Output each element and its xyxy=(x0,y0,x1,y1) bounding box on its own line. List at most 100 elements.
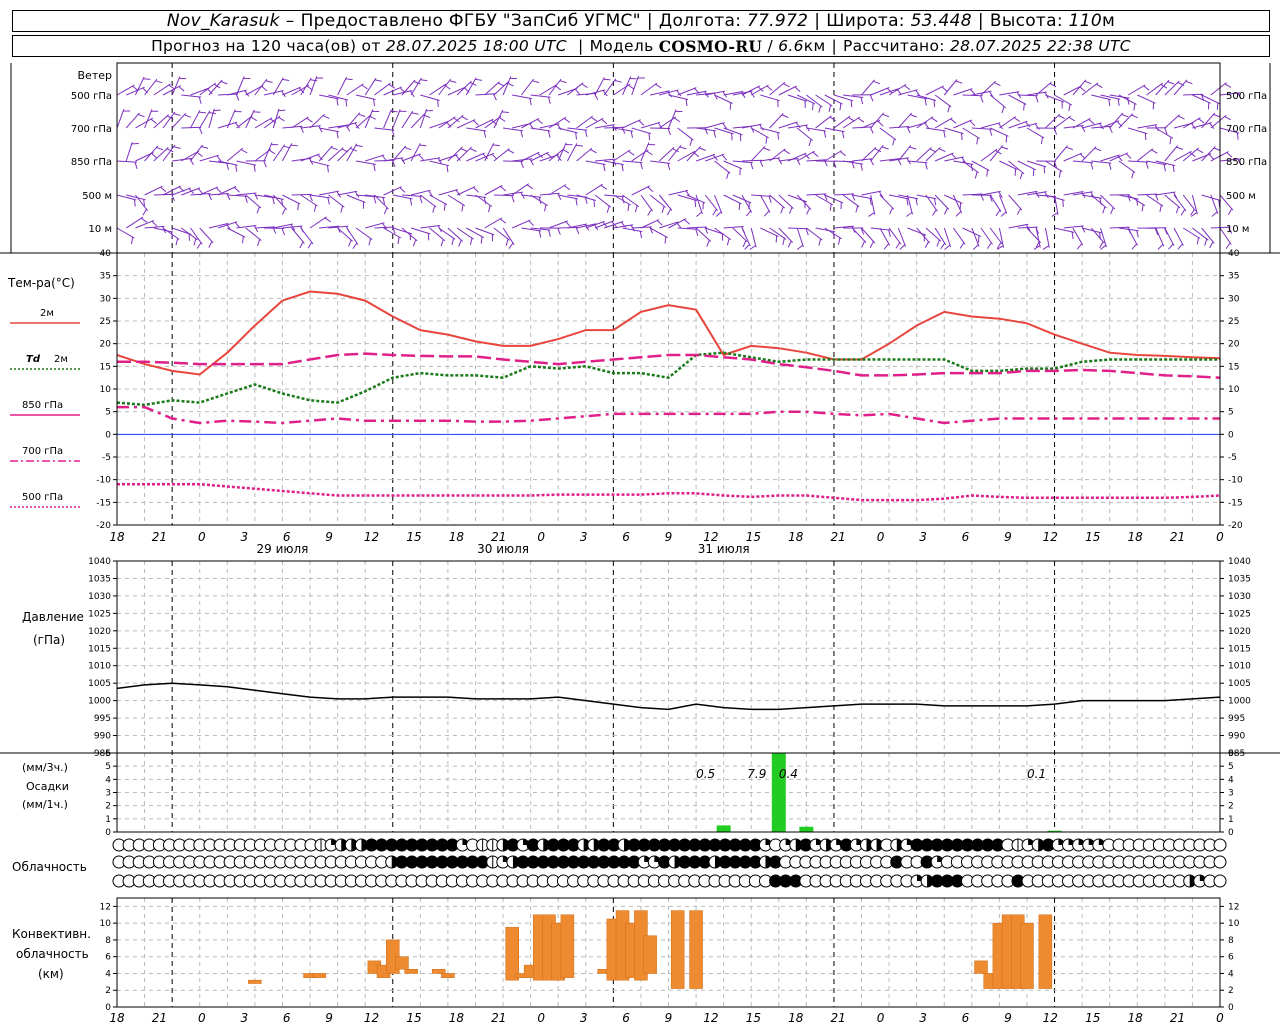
x-tick-label: 21 xyxy=(491,1011,506,1024)
wind-barb xyxy=(171,76,181,96)
wind-barb xyxy=(548,220,568,229)
wind-barb xyxy=(567,127,588,131)
wind-barb-flag xyxy=(500,186,507,192)
wind-barb-flag xyxy=(469,148,477,152)
wind-barb xyxy=(769,148,786,162)
wind-barb-flag xyxy=(156,146,164,151)
wind-barb-flag xyxy=(234,187,240,193)
conv-cloud-bar xyxy=(670,910,685,989)
wind-barb xyxy=(1054,227,1075,233)
wind-barb xyxy=(953,88,973,96)
wind-barb xyxy=(962,127,980,139)
wind-barb xyxy=(383,109,392,129)
conv-tick-label-left: 6 xyxy=(105,953,111,963)
wind-barb-flag xyxy=(208,241,213,248)
wind-barb-flag xyxy=(575,227,580,235)
wind-barb xyxy=(392,109,401,129)
conv-cloud-bar xyxy=(689,910,703,989)
x-tick-label: 0 xyxy=(877,1011,885,1024)
wind-barb xyxy=(116,227,135,239)
wind-barb-flag xyxy=(310,79,318,82)
wind-barb-flag xyxy=(768,196,772,204)
wind-barb xyxy=(631,149,649,162)
wind-barb-flag xyxy=(882,113,890,118)
wind-barb-flag xyxy=(565,221,571,228)
wind-barb xyxy=(374,127,395,131)
wind-barb-flag xyxy=(330,146,338,151)
wind-barb xyxy=(419,108,428,129)
wind-barb-flag xyxy=(1204,238,1208,246)
wind-barb-flag xyxy=(915,198,918,206)
wind-barb xyxy=(1054,145,1068,162)
wind-barb-flag xyxy=(943,130,946,138)
wind-barb-flag xyxy=(777,100,779,108)
wind-barb-flag xyxy=(1131,114,1139,119)
wind-barb-flag xyxy=(931,209,937,216)
pressure-tick-label-right: 1005 xyxy=(1228,679,1251,689)
wind-barb-flag xyxy=(196,151,203,157)
wind-barb-flag xyxy=(1068,104,1071,112)
wind-barb-flag xyxy=(759,160,764,168)
temp-tick-label-left: -10 xyxy=(96,476,111,486)
wind-barb-flag xyxy=(257,239,261,247)
wind-barb xyxy=(410,227,431,235)
wind-barb-flag xyxy=(345,78,353,81)
wind-barb xyxy=(695,227,712,242)
wind-level-500m-right: 500 м xyxy=(1226,191,1256,202)
wind-barb-flag xyxy=(745,210,752,217)
precip-tick-label-right: 4 xyxy=(1228,775,1234,785)
x-tick-label: 9 xyxy=(1004,530,1012,544)
wind-barb xyxy=(953,119,972,129)
pressure-tick-label-right: 1030 xyxy=(1228,592,1251,602)
wind-barb xyxy=(576,147,593,162)
wind-barb-flag xyxy=(590,149,597,154)
temp-tick-label-left: 35 xyxy=(100,272,111,282)
conv-cloud-bar xyxy=(1038,914,1053,989)
wind-barb xyxy=(1192,227,1209,241)
wind-barb-flag xyxy=(667,163,671,171)
wind-barb-flag xyxy=(1040,137,1043,145)
conv-tick-label-left: 4 xyxy=(105,969,111,979)
wind-barb xyxy=(429,160,450,167)
wind-barb xyxy=(135,117,154,129)
wind-barb xyxy=(337,190,358,196)
wind-barb-flag xyxy=(215,187,222,193)
wind-barb xyxy=(1182,227,1201,239)
wind-barb-flag xyxy=(766,85,773,91)
temp-tick-label-right: 15 xyxy=(1228,362,1239,372)
wind-barb-flag xyxy=(198,96,202,104)
wind-barb-flag xyxy=(1049,82,1057,88)
wind-barb-flag xyxy=(520,130,523,138)
wind-barbs xyxy=(116,76,1242,250)
wind-barb-flag xyxy=(1125,153,1132,159)
wind-barb-flag xyxy=(491,153,498,160)
wind-barb-flag xyxy=(673,117,681,123)
wind-barb-flag xyxy=(475,78,483,81)
x-tick-label: 9 xyxy=(665,530,673,544)
wind-barb-flag xyxy=(812,151,819,157)
wind-barb-flag xyxy=(150,118,157,124)
wind-barb xyxy=(309,194,330,199)
wind-barb-flag xyxy=(220,81,228,85)
wind-barb xyxy=(272,144,286,162)
wind-barb-flag xyxy=(1066,146,1073,150)
wind-barb xyxy=(420,94,440,101)
wind-barb-flag xyxy=(764,210,770,217)
pressure-title: Давление xyxy=(22,610,84,624)
wind-barb xyxy=(263,142,273,162)
pressure-tick-label-right: 990 xyxy=(1228,732,1245,742)
wind-barb xyxy=(346,227,359,245)
wind-barb-flag xyxy=(789,207,793,214)
wind-barb-flag xyxy=(548,229,551,237)
wind-barb xyxy=(374,226,395,229)
wind-barb xyxy=(723,160,743,170)
wind-barb xyxy=(1008,194,1023,211)
wind-barb xyxy=(493,148,510,162)
wind-barb-flag xyxy=(1042,245,1050,250)
wind-barb-flag xyxy=(621,127,626,134)
wind-barb-flag xyxy=(1035,95,1039,103)
wind-barb-flag xyxy=(667,128,671,136)
x-tick-label: 3 xyxy=(580,1011,588,1024)
wind-barb xyxy=(1201,227,1215,244)
wind-barb-flag xyxy=(972,244,979,250)
